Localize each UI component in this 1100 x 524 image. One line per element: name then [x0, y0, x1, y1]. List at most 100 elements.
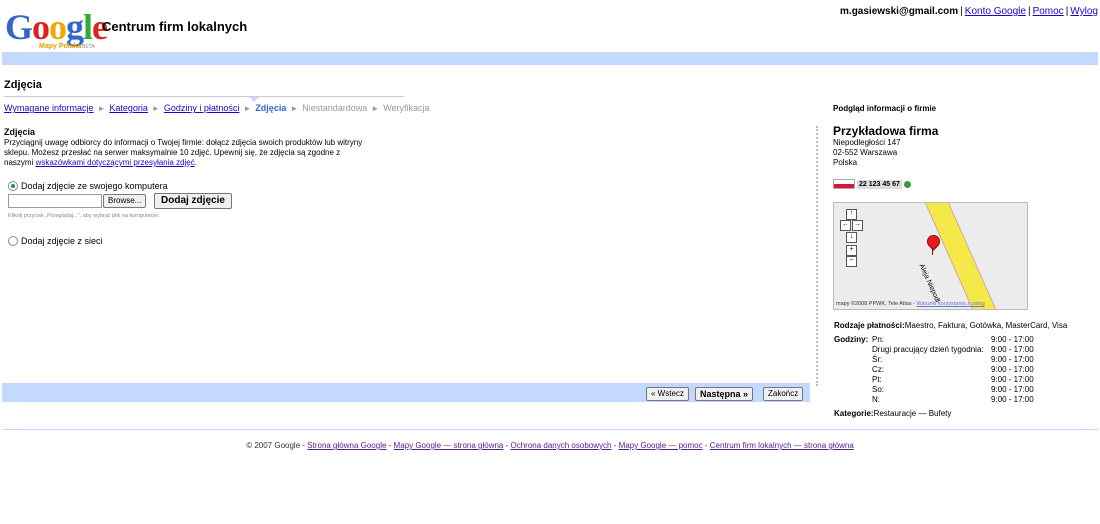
finish-button[interactable]: Zakończ — [763, 387, 804, 401]
option-from-computer[interactable]: Dodaj zdjęcie ze swojego komputera — [8, 180, 168, 191]
top-blue-bar — [2, 52, 1098, 65]
footer-divider — [2, 429, 1098, 430]
footer-link-maps-help[interactable]: Mapy Google — pomoc — [619, 441, 703, 450]
back-button[interactable]: « Wstecz — [646, 387, 689, 401]
business-address: Niepodległości 147 02-552 Warszawa Polsk… — [833, 138, 901, 168]
categories-label: Kategorie: — [834, 409, 874, 418]
browse-hint: Kliknij przycisk „Przeglądaj...", aby wy… — [8, 213, 160, 219]
hours-day: So: — [872, 385, 885, 394]
categories-info: Kategorie:Restauracje — Bufety — [834, 409, 951, 418]
hours-day: Pt: — [872, 375, 882, 384]
step-custom: Niestandardowa — [302, 103, 368, 113]
hours-time: 9:00 - 17:00 — [991, 365, 1034, 374]
hours-time: 9:00 - 17:00 — [991, 385, 1034, 394]
poland-flag-icon — [833, 179, 855, 189]
step-verification: Weryfikacja — [383, 103, 430, 113]
hours-time: 9:00 - 17:00 — [991, 355, 1034, 364]
step-photos: Zdjęcia — [255, 103, 287, 113]
option-computer-label: Dodaj zdjęcie ze swojego komputera — [21, 180, 168, 191]
phone-number: 22 123 45 67 — [857, 179, 902, 189]
pan-down-icon[interactable]: ↓ — [846, 232, 857, 243]
step-arrow-icon: ► — [290, 104, 299, 113]
hours-row: Pn: 9:00 - 17:00 — [872, 335, 1072, 345]
payments-label: Rodzaje płatności: — [834, 321, 905, 330]
user-links: m.gasiewski@gmail.com | Konto Google | Pomoc… — [840, 6, 1098, 17]
footer-link-maps-home[interactable]: Mapy Google — strona główna — [394, 441, 504, 450]
logo-subtitle: Mapy Polska — [39, 43, 82, 50]
address-line: Polska — [833, 158, 858, 167]
hours-day: Śr: — [872, 355, 883, 364]
step-arrow-icon: ► — [371, 104, 380, 113]
hours-row: N: 9:00 - 17:00 — [872, 395, 1072, 405]
map-attribution: mapy ©2008 PPWK, Tele Atlas - Warunki ko… — [836, 301, 985, 307]
option-from-web[interactable]: Dodaj zdjęcie z sieci — [8, 235, 103, 246]
copyright: © 2007 Google — [246, 441, 301, 450]
logo-beta: BETA — [82, 44, 95, 50]
hours-day: Pn: — [872, 335, 885, 344]
business-name: Przykładowa firma — [833, 124, 939, 138]
logo-wordmark: Google — [5, 7, 108, 47]
column-divider — [816, 126, 818, 386]
pan-left-icon[interactable]: ← — [840, 220, 851, 231]
hours-row: So: 9:00 - 17:00 — [872, 385, 1072, 395]
hours-row: Pt: 9:00 - 17:00 — [872, 375, 1072, 385]
next-button[interactable]: Następna » — [695, 387, 754, 401]
account-link[interactable]: Konto Google — [965, 6, 1026, 17]
hours-label: Godziny: — [834, 335, 869, 344]
logout-link[interactable]: Wylog — [1070, 6, 1098, 17]
hours-time: 9:00 - 17:00 — [991, 395, 1034, 404]
step-required-info[interactable]: Wymagane informacje — [4, 103, 93, 113]
user-email: m.gasiewski@gmail.com — [840, 6, 959, 17]
hours-day: Cz: — [872, 365, 884, 374]
call-icon[interactable] — [903, 180, 911, 188]
payments-value: Maestro, Faktura, Gotówka, MasterCard, V… — [904, 321, 1068, 330]
pan-up-icon[interactable]: ↑ — [846, 209, 857, 220]
step-category[interactable]: Kategoria — [109, 103, 148, 113]
step-arrow-icon: ► — [243, 104, 252, 113]
page-title: Zdjęcia — [4, 79, 42, 91]
app-title: Centrum firm lokalnych — [102, 19, 248, 34]
step-arrow-icon: ► — [151, 104, 160, 113]
hours-row: Drugi pracujący dzień tygodnia: 9:00 - 17… — [872, 345, 1072, 355]
file-path-input[interactable] — [8, 194, 102, 208]
zoom-out-icon[interactable]: − — [846, 256, 857, 267]
map-terms-link[interactable]: Warunki korzystania z usług — [916, 301, 984, 307]
footer: © 2007 Google - Strona główna Google - M… — [246, 441, 854, 450]
footer-link-google-home[interactable]: Strona główna Google — [307, 441, 386, 450]
zoom-in-icon[interactable]: + — [846, 245, 857, 256]
phone-widget[interactable]: 22 123 45 67 — [833, 179, 911, 189]
hours-row: Śr: 9:00 - 17:00 — [872, 355, 1072, 365]
footer-link-local-business-center[interactable]: Centrum firm lokalnych — strona główna — [710, 441, 854, 450]
address-line: Niepodległości 147 — [833, 138, 901, 147]
map-road — [916, 203, 1002, 309]
hours-time: 9:00 - 17:00 — [991, 375, 1034, 384]
browse-button[interactable]: Browse... — [103, 194, 147, 208]
pan-right-icon[interactable]: → — [852, 220, 863, 231]
title-divider — [4, 96, 404, 97]
preview-heading: Podgląd informacji o firmie — [833, 104, 937, 113]
map-road-label: Aleja Niepodl — [917, 263, 941, 304]
hours-time: 9:00 - 17:00 — [991, 345, 1034, 354]
address-line: 02-552 Warszawa — [833, 148, 898, 157]
hours-table: Pn: 9:00 - 17:00 Drugi pracujący dzień ty… — [872, 335, 1072, 405]
section-title: Zdjęcia — [4, 127, 36, 137]
radio-computer[interactable] — [8, 180, 18, 191]
map-preview[interactable]: Aleja Niepodl ↑ ← → ↓ + − mapy ©2008 PPW… — [833, 202, 1028, 310]
wizard-steps: Wymagane informacje ► Kategoria ► Godziny i … — [4, 103, 430, 113]
hours-time: 9:00 - 17:00 — [991, 335, 1034, 344]
step-hours-payments[interactable]: Godziny i płatności — [164, 103, 240, 113]
map-attribution-text: mapy ©2008 PPWK, Tele Atlas - — [836, 301, 915, 307]
current-step-caret — [249, 97, 259, 102]
add-photo-button[interactable]: Dodaj zdjęcie — [154, 193, 232, 209]
footer-link-privacy[interactable]: Ochrona danych osobowych — [511, 441, 612, 450]
step-arrow-icon: ► — [97, 104, 106, 113]
help-link[interactable]: Pomoc — [1033, 6, 1064, 17]
hours-day: N: — [872, 395, 880, 404]
hours-day: Drugi pracujący dzień tygodnia: — [872, 345, 984, 354]
radio-web[interactable] — [8, 235, 18, 246]
payments-info: Rodzaje płatności:Maestro, Faktura, Gotó… — [834, 321, 1067, 330]
option-web-label: Dodaj zdjęcie z sieci — [21, 235, 103, 246]
google-logo[interactable]: Google Mapy Polska BETA — [5, 7, 108, 50]
photo-guidelines-link[interactable]: wskazówkami dotyczącymi przesyłania zdję… — [36, 158, 195, 167]
hours-row: Cz: 9:00 - 17:00 — [872, 365, 1072, 375]
